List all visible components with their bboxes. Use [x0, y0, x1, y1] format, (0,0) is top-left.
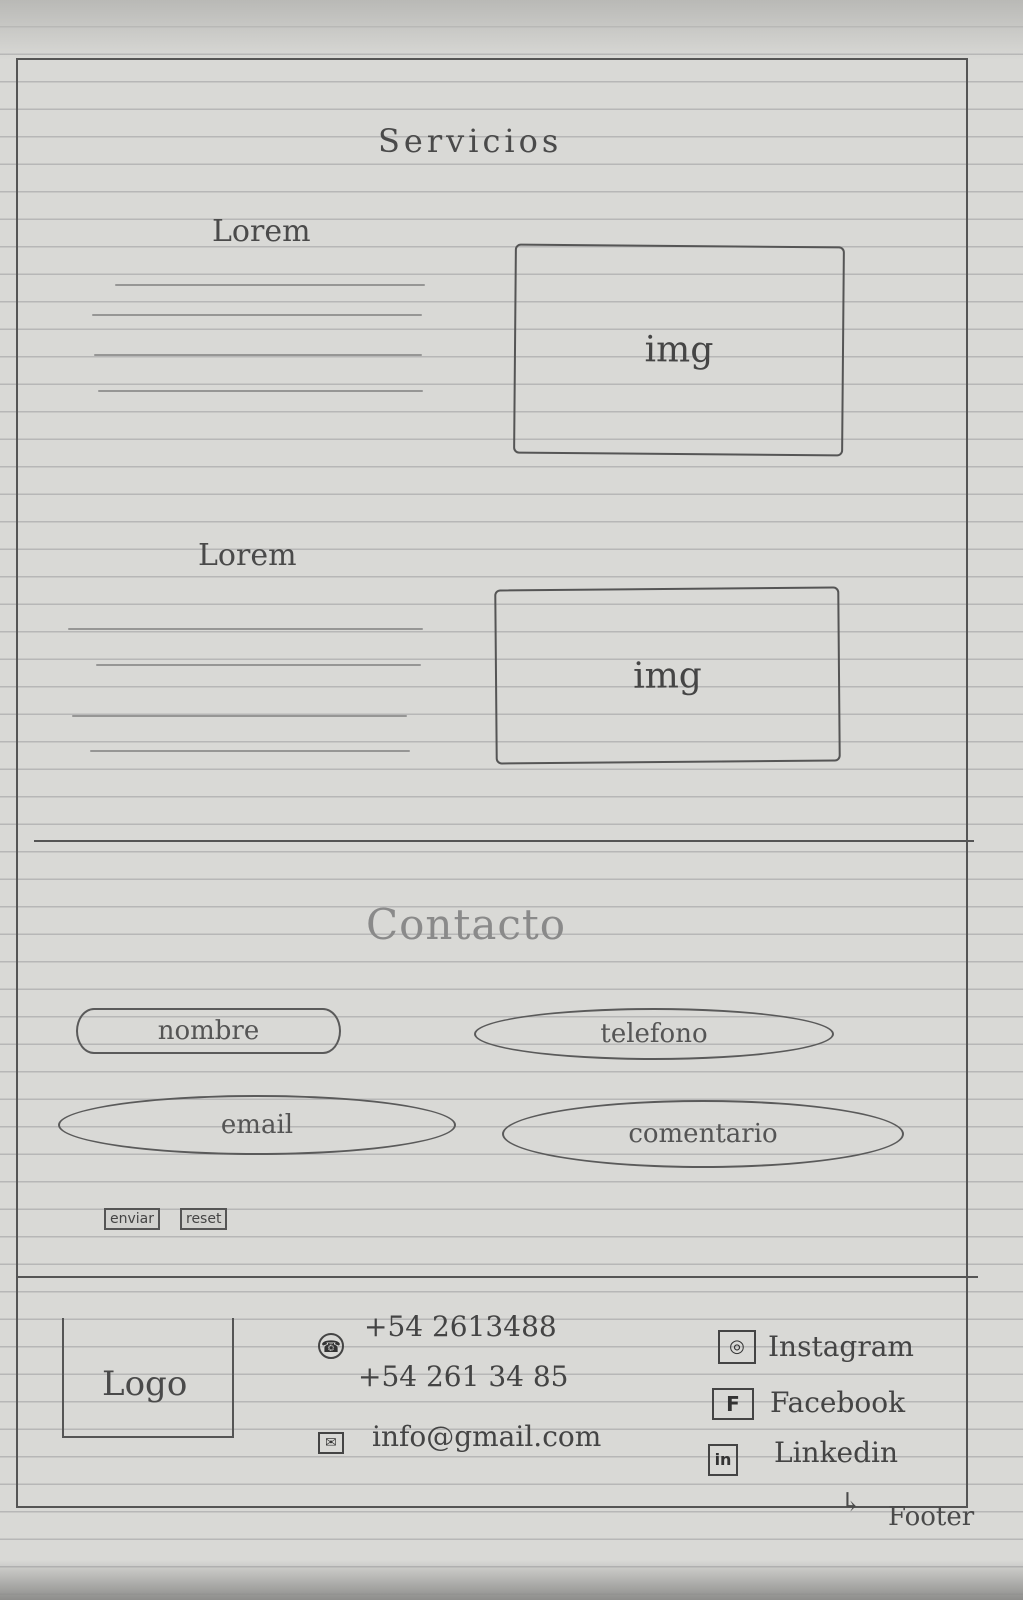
comment-input[interactable]: comentario — [502, 1100, 904, 1168]
name-input[interactable]: nombre — [76, 1008, 341, 1054]
footer-annotation: Footer — [888, 1502, 975, 1532]
facebook-icon[interactable]: F — [712, 1388, 754, 1420]
footer-social-facebook[interactable]: Facebook — [770, 1386, 905, 1419]
footer-social-instagram[interactable]: Instagram — [768, 1330, 914, 1363]
footer-social-linkedin[interactable]: Linkedin — [774, 1436, 898, 1469]
service-heading-2: Lorem — [198, 538, 297, 573]
mail-icon: ✉ — [318, 1432, 344, 1454]
phone-icon: ☎ — [318, 1333, 344, 1359]
footer-phone-1: +54 2613488 — [364, 1310, 557, 1343]
service-image-label: img — [632, 654, 703, 697]
service-heading-1: Lorem — [212, 214, 311, 249]
paper-top-shadow — [0, 0, 1023, 60]
linkedin-icon[interactable]: in — [708, 1444, 738, 1476]
footer-email[interactable]: info@gmail.com — [372, 1420, 601, 1453]
service-text-line — [115, 284, 425, 286]
footer-annotation-arrow: ↳ — [840, 1488, 862, 1518]
service-image-2: img — [494, 586, 841, 765]
footer-phone-2: +54 261 34 85 — [358, 1360, 569, 1393]
instagram-icon[interactable]: ◎ — [718, 1330, 756, 1364]
reset-button[interactable]: reset — [180, 1208, 228, 1230]
contact-title: Contacto — [366, 900, 567, 949]
service-text-line — [92, 314, 422, 316]
phone-input-label: telefono — [600, 1019, 708, 1049]
contact-section-divider — [34, 840, 974, 842]
phone-input[interactable]: telefono — [474, 1008, 834, 1060]
footer-divider — [16, 1276, 978, 1278]
email-input[interactable]: email — [58, 1095, 456, 1155]
service-text-line — [96, 664, 421, 666]
service-text-line — [72, 715, 407, 717]
services-title: Servicios — [378, 122, 563, 160]
paper-bottom-shadow — [0, 1560, 1023, 1600]
service-image-label: img — [644, 329, 714, 371]
service-text-line — [68, 628, 423, 630]
name-input-label: nombre — [157, 1016, 260, 1046]
service-text-line — [90, 750, 410, 752]
service-text-line — [94, 354, 422, 356]
service-text-line — [98, 390, 423, 392]
comment-input-label: comentario — [628, 1119, 778, 1149]
footer-logo: Logo — [102, 1364, 188, 1404]
service-image-1: img — [513, 243, 845, 457]
email-input-label: email — [220, 1110, 294, 1140]
send-button[interactable]: enviar — [104, 1208, 160, 1230]
